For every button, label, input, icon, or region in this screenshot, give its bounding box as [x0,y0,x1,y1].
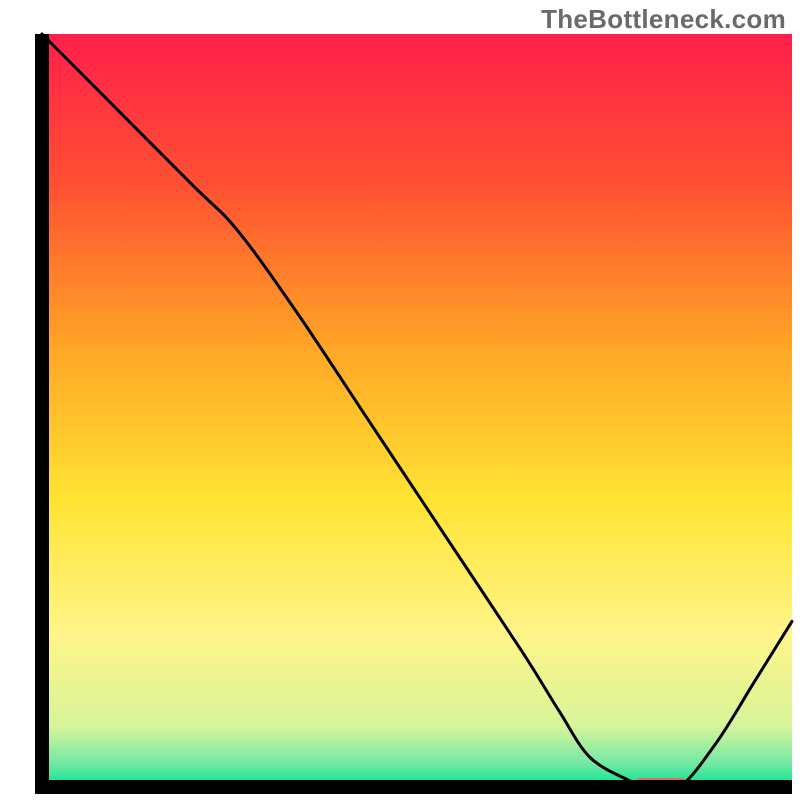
chart-frame: TheBottleneck.com [0,0,800,800]
bottleneck-curve-chart [0,0,800,800]
watermark-label: TheBottleneck.com [541,4,786,35]
